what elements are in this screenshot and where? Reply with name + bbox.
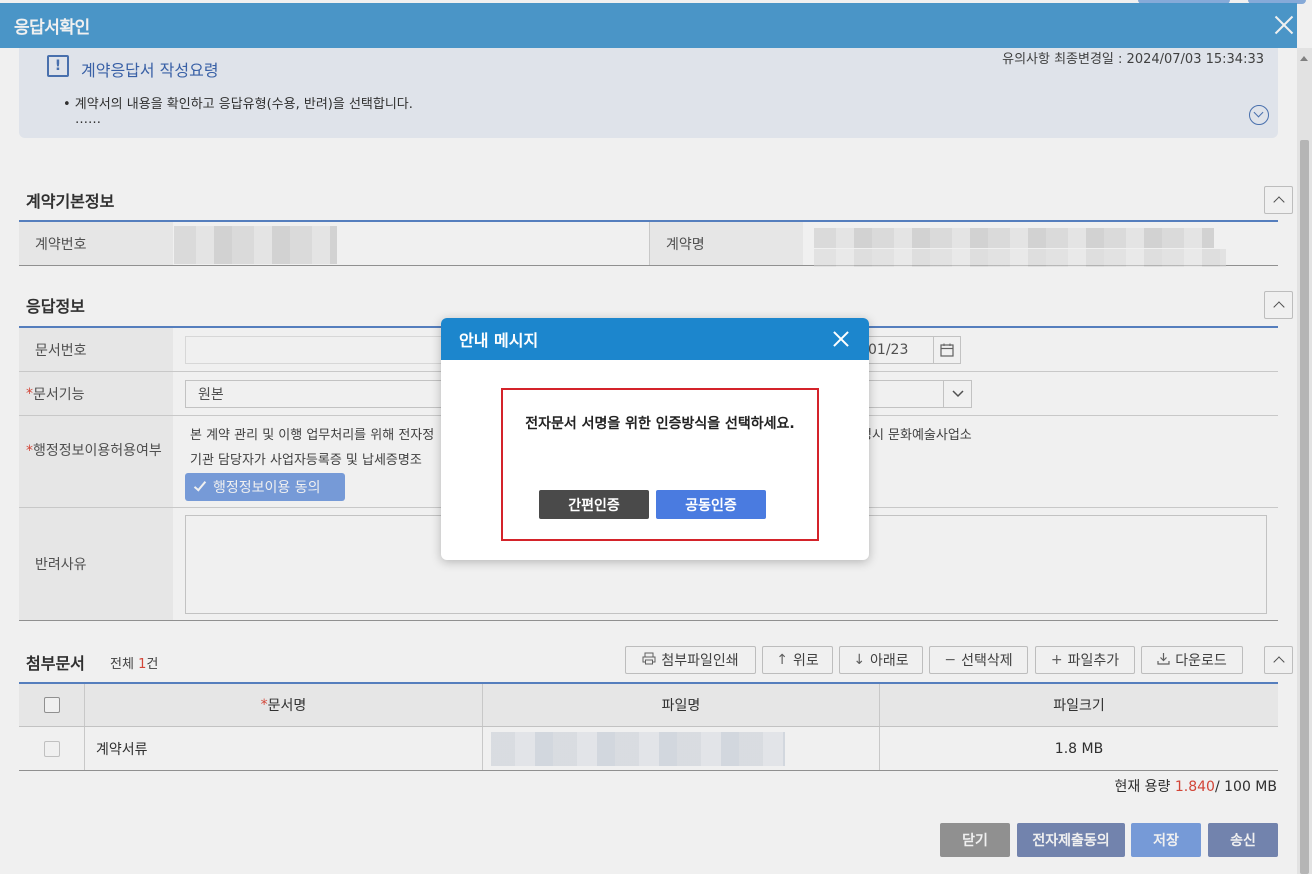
joint-auth-button[interactable]: 공동인증 [656,490,766,519]
modal-title: 안내 메시지 [459,331,539,350]
simple-auth-button[interactable]: 간편인증 [539,490,649,519]
notice-modal: 안내 메시지 전자문서 서명을 위한 인증방식을 선택하세요. 간편인증 공동인… [441,318,869,560]
modal-header: 안내 메시지 [441,318,869,360]
modal-close-icon[interactable] [831,329,851,349]
modal-message: 전자문서 서명을 위한 인증방식을 선택하세요. [525,416,795,432]
highlight-frame: 전자문서 서명을 위한 인증방식을 선택하세요. 간편인증 공동인증 [501,388,819,541]
